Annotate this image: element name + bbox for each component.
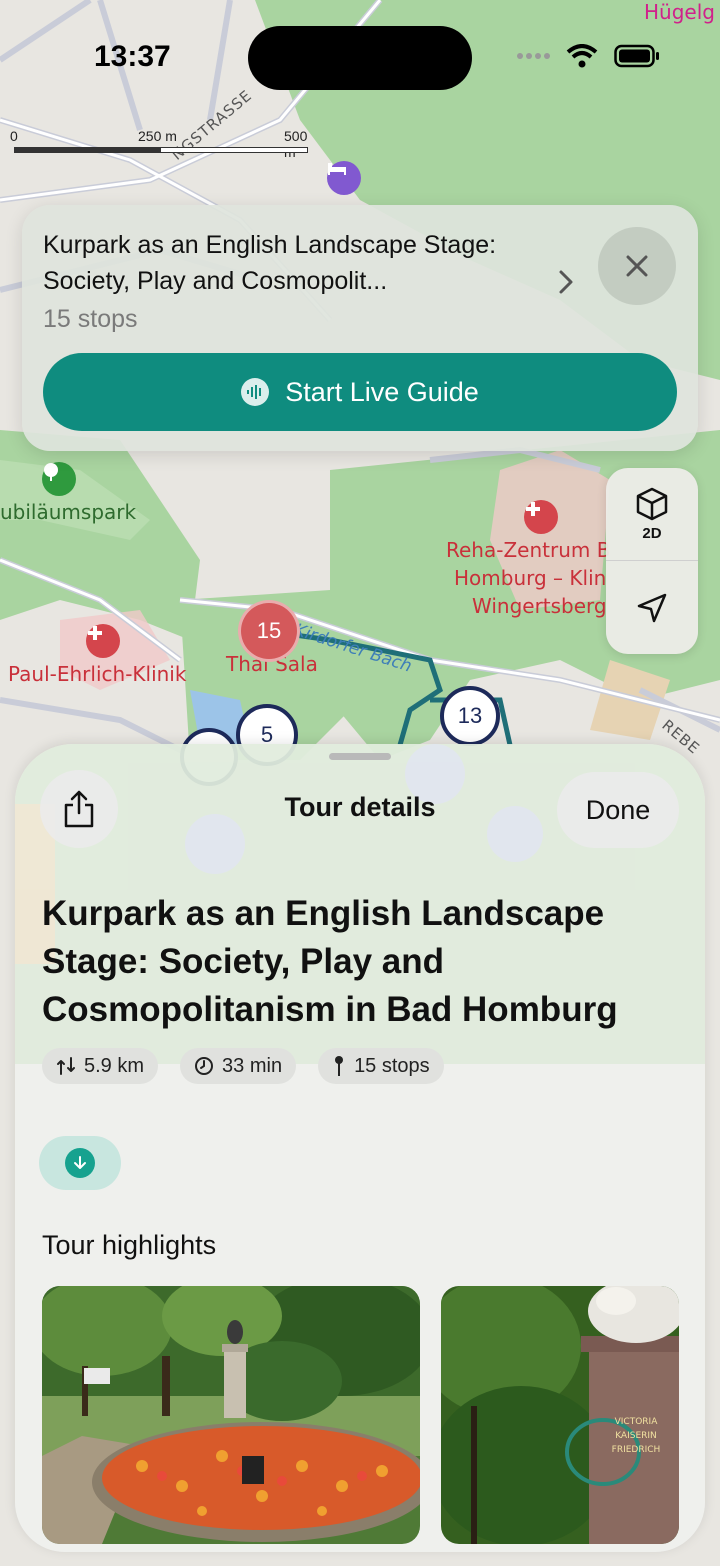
scale-label-500: 500 m <box>284 128 308 160</box>
sheet-grabber[interactable] <box>329 753 391 760</box>
scale-label-250: 250 m <box>138 128 177 144</box>
map-label-park[interactable]: ubiläumspark <box>0 500 136 524</box>
locate-me-button[interactable] <box>606 562 698 654</box>
hotel-icon[interactable] <box>327 161 361 195</box>
highlight-image-monument[interactable] <box>42 1286 420 1544</box>
distance-value: 5.9 km <box>84 1054 145 1077</box>
stops-value: 15 stops <box>354 1054 430 1077</box>
statue-inscription-line-2: KAISERIN <box>615 1431 657 1441</box>
distance-chip: 5.9 km <box>42 1048 159 1084</box>
tree-icon[interactable] <box>42 462 76 496</box>
audio-waveform-icon <box>241 378 270 406</box>
tour-card-title[interactable]: Kurpark as an English Landscape Stage: S… <box>43 227 563 299</box>
wifi-icon <box>566 44 598 68</box>
done-button[interactable]: Done <box>557 772 679 848</box>
clock-icon <box>195 1057 214 1075</box>
tour-details-sheet[interactable]: Tour details Done Kurpark as an English … <box>15 744 705 1552</box>
map-label-clinic[interactable]: Paul-Ehrlich-Klinik <box>8 660 186 688</box>
map-label-rehab-3[interactable]: Wingertsberg <box>472 592 607 620</box>
download-icon <box>65 1148 95 1178</box>
map-controls: 2D <box>606 468 698 654</box>
tour-summary-card[interactable]: Kurpark as an English Landscape Stage: S… <box>22 205 698 451</box>
duration-chip: 33 min <box>180 1048 297 1084</box>
status-time: 13:37 <box>94 40 171 73</box>
map-label-hugel: Hügelg <box>644 0 715 24</box>
photo-monument <box>42 1286 420 1544</box>
pin-icon <box>335 1056 344 1076</box>
tour-card-stops: 15 stops <box>43 305 138 333</box>
stops-chip: 15 stops <box>318 1048 444 1084</box>
download-button[interactable] <box>39 1136 121 1190</box>
hospital-icon-clinic[interactable] <box>86 624 120 658</box>
dynamic-island <box>248 26 472 90</box>
signal-icon <box>517 53 550 59</box>
status-icons <box>516 44 660 68</box>
stop-marker-15[interactable]: 15 <box>238 600 300 662</box>
close-button[interactable] <box>598 227 676 305</box>
hospital-icon-rehab[interactable] <box>524 500 558 534</box>
scale-label-0: 0 <box>10 128 18 144</box>
photo-statue: VICTORIA KAISERIN FRIEDRICH <box>441 1286 679 1544</box>
close-icon <box>626 255 648 277</box>
duration-value: 33 min <box>222 1054 283 1077</box>
start-live-guide-label: Start Live Guide <box>285 376 479 407</box>
highlights-heading: Tour highlights <box>42 1230 217 1260</box>
map-label-rehab-1[interactable]: Reha-Zentrum B <box>446 536 610 564</box>
scale-bar-line <box>14 147 308 153</box>
start-live-guide-button[interactable]: Start Live Guide <box>43 353 677 431</box>
view-mode-toggle[interactable]: 2D <box>606 468 698 560</box>
battery-icon <box>614 44 659 68</box>
highlight-image-statue[interactable]: VICTORIA KAISERIN FRIEDRICH <box>441 1286 679 1544</box>
statue-inscription-line-3: FRIEDRICH <box>612 1445 661 1455</box>
scale-bar: 0 250 m 500 m <box>10 128 314 160</box>
route-icon <box>57 1057 75 1075</box>
map-label-rehab-2[interactable]: Homburg – Klin <box>454 564 606 592</box>
tour-title: Kurpark as an English Landscape Stage: S… <box>42 894 618 1029</box>
statue-inscription-line-1: VICTORIA <box>615 1417 659 1427</box>
view-mode-label: 2D <box>642 524 662 542</box>
stop-marker-13[interactable]: 13 <box>440 686 500 746</box>
location-arrow-icon <box>637 593 667 623</box>
cube-icon <box>636 487 668 520</box>
tour-stats: 5.9 km 33 min 15 stops <box>42 1048 444 1084</box>
chevron-right-icon[interactable] <box>556 267 576 302</box>
